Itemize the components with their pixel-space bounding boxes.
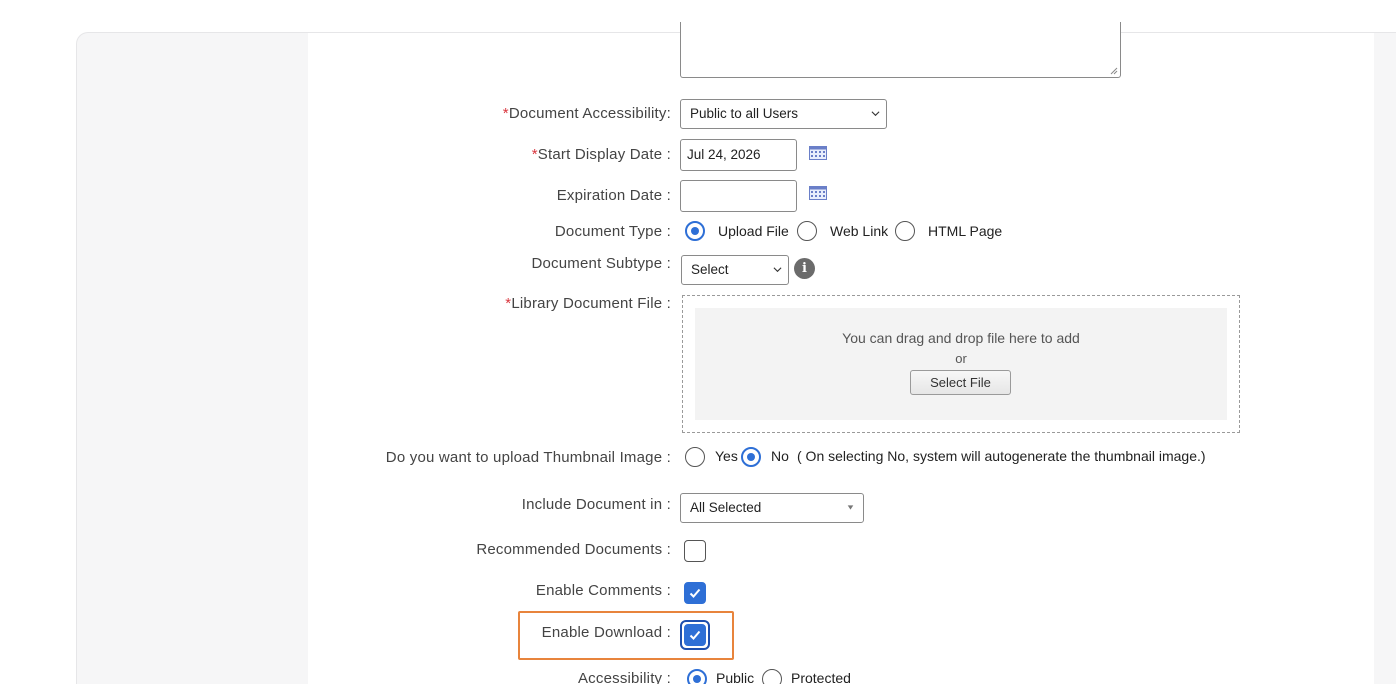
radio-access-protected-label[interactable]: Protected xyxy=(791,670,851,684)
document-accessibility-select[interactable]: Public to all Users xyxy=(680,99,887,129)
document-accessibility-label: *Document Accessibility: xyxy=(502,105,671,122)
document-type-label: Document Type : xyxy=(554,223,671,240)
chevron-down-icon xyxy=(871,111,880,117)
recommended-documents-label: Recommended Documents : xyxy=(476,541,671,558)
caret-down-icon xyxy=(847,505,854,510)
include-document-in-select[interactable]: All Selected xyxy=(680,493,864,523)
calendar-icon[interactable] xyxy=(809,186,827,200)
radio-access-public-label[interactable]: Public xyxy=(716,670,754,684)
radio-access-protected[interactable] xyxy=(762,669,782,684)
include-document-in-label: Include Document in : xyxy=(521,496,671,513)
enable-download-label: Enable Download : xyxy=(541,624,671,641)
file-dropzone-inner[interactable]: You can drag and drop file here to add o… xyxy=(695,308,1227,420)
chevron-down-icon xyxy=(773,267,782,273)
radio-access-public[interactable] xyxy=(687,669,707,684)
file-dropzone[interactable]: You can drag and drop file here to add o… xyxy=(682,295,1240,433)
include-document-in-value: All Selected xyxy=(690,500,762,515)
checkmark-icon xyxy=(689,588,701,598)
radio-upload-file-label[interactable]: Upload File xyxy=(718,223,789,239)
radio-thumbnail-yes-label[interactable]: Yes xyxy=(715,448,738,464)
thumbnail-note: ( On selecting No, system will autogener… xyxy=(797,448,1206,464)
thumbnail-question-label: Do you want to upload Thumbnail Image : xyxy=(385,449,671,466)
expiration-date-label: Expiration Date : xyxy=(556,187,671,204)
start-display-date-label: *Start Display Date : xyxy=(531,146,671,163)
info-icon[interactable]: i xyxy=(794,258,815,279)
description-textarea[interactable] xyxy=(680,22,1121,78)
start-display-date-input[interactable]: Jul 24, 2026 xyxy=(680,139,797,171)
calendar-icon[interactable] xyxy=(809,146,827,160)
resize-grip-icon[interactable] xyxy=(1110,67,1118,75)
radio-thumbnail-yes[interactable] xyxy=(685,447,705,467)
recommended-documents-checkbox[interactable] xyxy=(684,540,706,562)
radio-web-link[interactable] xyxy=(797,221,817,241)
document-subtype-label: Document Subtype : xyxy=(531,255,671,272)
radio-html-page[interactable] xyxy=(895,221,915,241)
library-document-file-label: *Library Document File : xyxy=(505,295,671,312)
checkmark-icon xyxy=(689,630,701,640)
accessibility-label: Accessibility : xyxy=(577,670,671,684)
dropzone-instructions: You can drag and drop file here to add xyxy=(842,330,1080,346)
enable-comments-label: Enable Comments : xyxy=(535,582,671,599)
radio-web-link-label[interactable]: Web Link xyxy=(830,223,888,239)
dropzone-or-text: or xyxy=(955,351,967,366)
document-accessibility-value: Public to all Users xyxy=(690,106,799,121)
expiration-date-input[interactable] xyxy=(680,180,797,212)
select-file-button[interactable]: Select File xyxy=(910,370,1011,395)
document-subtype-select[interactable]: Select xyxy=(681,255,789,285)
enable-comments-checkbox[interactable] xyxy=(684,582,706,604)
radio-upload-file[interactable] xyxy=(685,221,705,241)
radio-thumbnail-no[interactable] xyxy=(741,447,761,467)
radio-thumbnail-no-label[interactable]: No xyxy=(771,448,789,464)
document-subtype-value: Select xyxy=(691,262,729,277)
enable-download-checkbox[interactable] xyxy=(684,624,706,646)
radio-html-page-label[interactable]: HTML Page xyxy=(928,223,1002,239)
